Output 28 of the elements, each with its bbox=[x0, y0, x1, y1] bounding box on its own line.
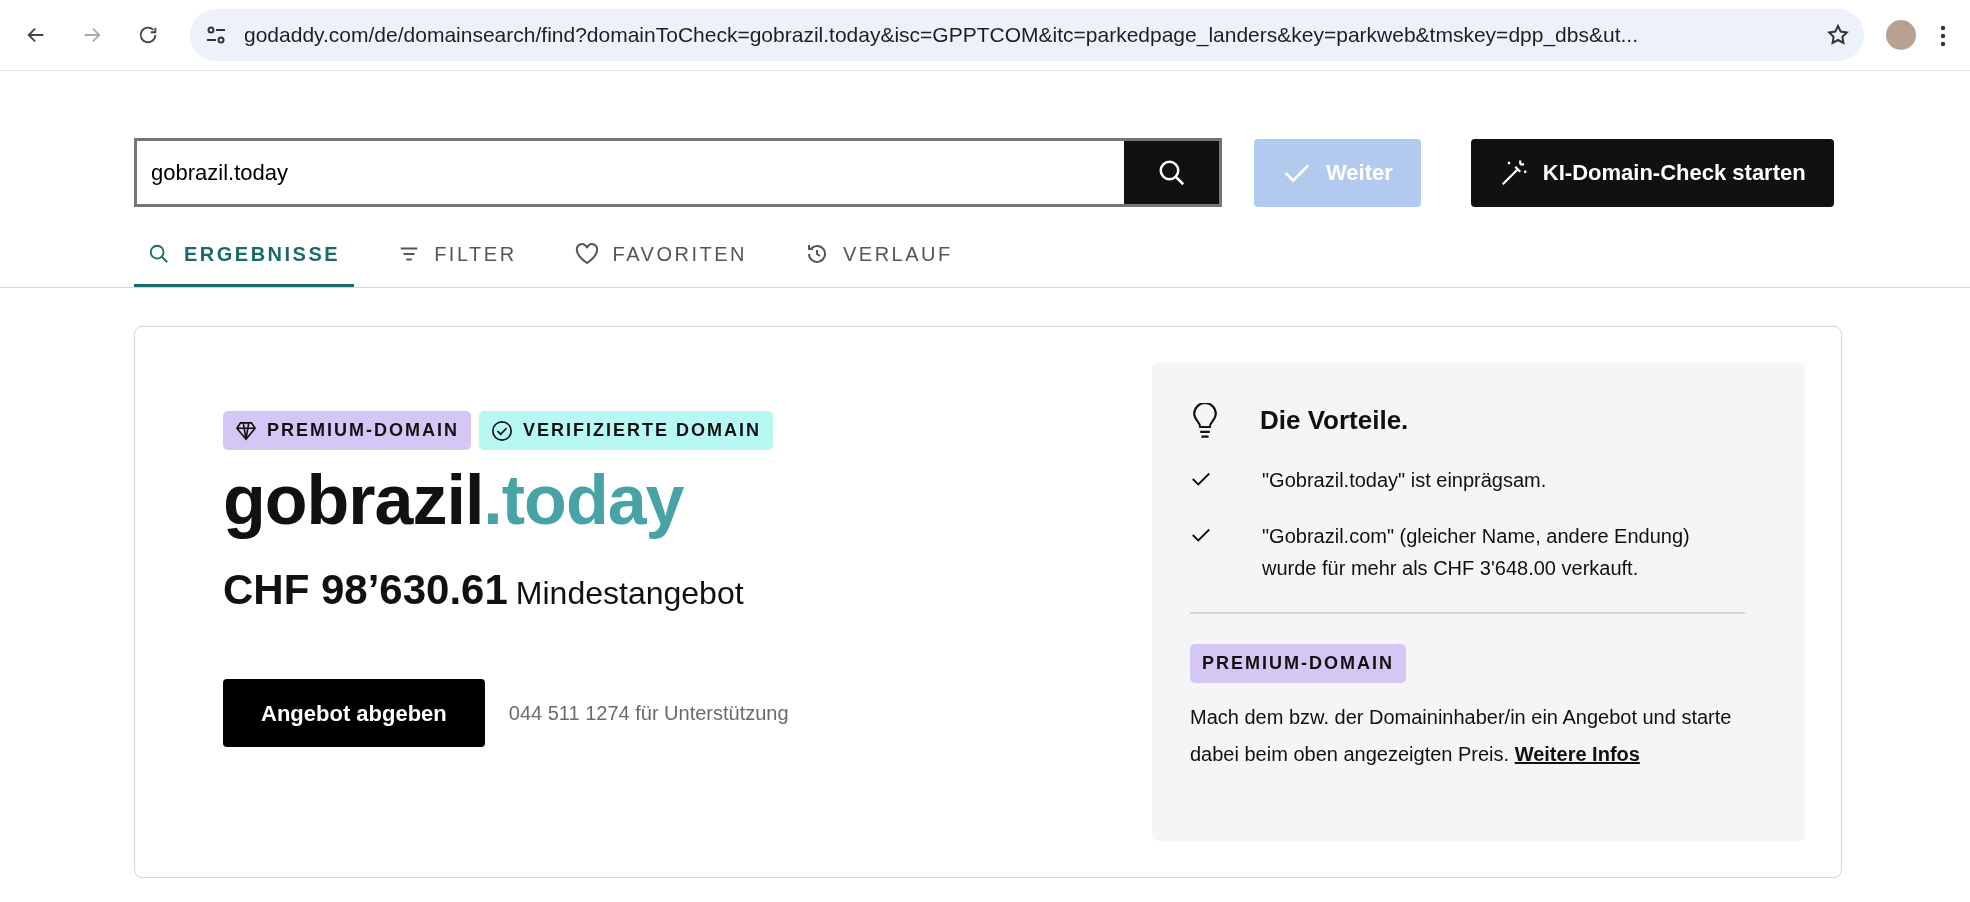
diamond-icon bbox=[235, 420, 257, 441]
tab[interactable]: FILTER bbox=[384, 223, 531, 287]
check-circle-icon bbox=[491, 419, 513, 442]
tab[interactable]: VERLAUF bbox=[790, 223, 967, 287]
tab[interactable]: FAVORITEN bbox=[560, 223, 761, 287]
verified-badge: VERIFIZIERTE DOMAIN bbox=[479, 411, 773, 450]
address-bar[interactable]: godaddy.com/de/domainsearch/find?domainToCheck=gobrazil.today&isc=GPPTCOM&itc=parkedpage_landers&key=parkweb&tmskey=dpp_dbs&ut... bbox=[190, 9, 1864, 61]
support-text: 044 511 1274 für Unterstützung bbox=[508, 701, 789, 726]
price-note: Mindestangebot bbox=[515, 574, 744, 613]
benefit-text: "Gobrazil.today" ist einprägsam. bbox=[1262, 468, 1547, 493]
benefit-text: "Gobrazil.com" (gleicher Name, andere Endung) wurde für mehr als CHF 3'648.00 verkauft. bbox=[1262, 524, 1691, 581]
make-offer-button[interactable]: Angebot abgeben bbox=[223, 679, 485, 747]
ai-check-button[interactable]: KI-Domain-Check starten bbox=[1470, 138, 1834, 207]
url-text: godaddy.com/de/domainsearch/find?domainToCheck=gobrazil.today&isc=GPPTCOM&itc=parkedpage_landers&key=parkweb&tmskey=dpp_dbs&ut... bbox=[244, 22, 1639, 49]
tab[interactable]: ERGEBNISSE bbox=[134, 223, 355, 287]
lightbulb-icon bbox=[1190, 402, 1220, 439]
domain-name: gobrazil.today bbox=[223, 460, 685, 541]
bookmark-star-icon[interactable] bbox=[1826, 23, 1850, 47]
offer-description: Mach dem bzw. der Domaininhaber/in ein Angebot und starte dabei beim oben angezeigten Preis. Weitere Infos bbox=[1190, 705, 1733, 767]
menu-icon[interactable] bbox=[1940, 24, 1946, 47]
price: CHF 98’630.61 bbox=[223, 565, 508, 615]
more-info-link[interactable]: Weitere Infos bbox=[1514, 743, 1640, 765]
premium-badge: PREMIUM-DOMAIN bbox=[223, 411, 471, 450]
reload-icon bbox=[137, 24, 159, 46]
premium-badge: PREMIUM-DOMAIN bbox=[1190, 644, 1406, 683]
benefits-title: Die Vorteile. bbox=[1260, 404, 1409, 437]
search-icon bbox=[148, 242, 170, 265]
heart-icon bbox=[574, 242, 599, 265]
